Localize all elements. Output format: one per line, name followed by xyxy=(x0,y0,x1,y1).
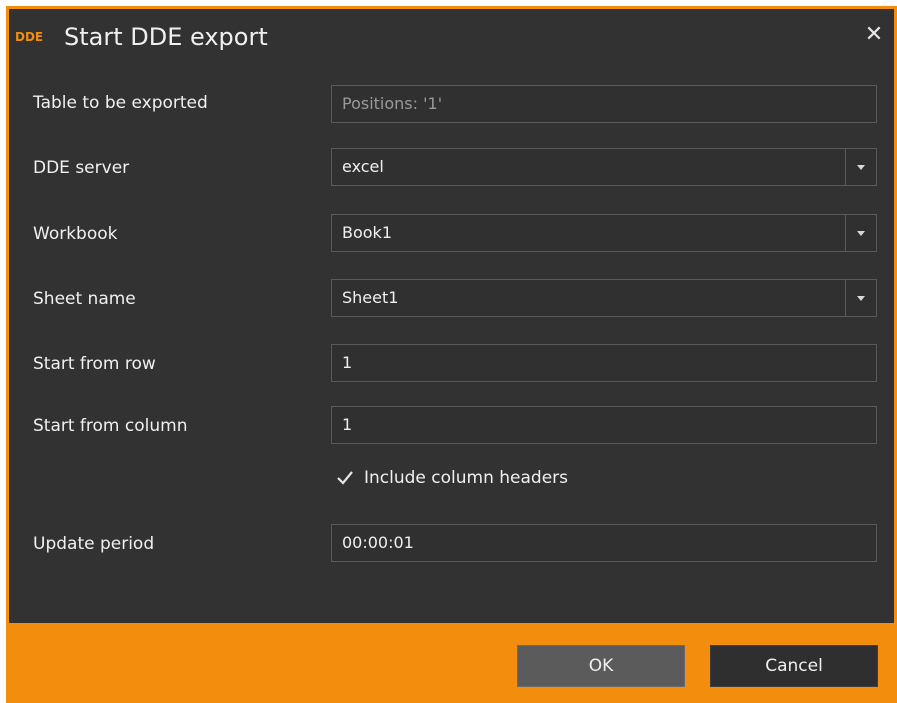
start-row-label: Start from row xyxy=(33,354,156,374)
update-period-input[interactable]: 00:00:01 xyxy=(331,524,877,562)
chevron-down-icon[interactable] xyxy=(846,280,876,316)
cancel-button[interactable]: Cancel xyxy=(710,645,878,687)
include-headers-checkbox[interactable]: Include column headers xyxy=(334,467,568,489)
ok-button[interactable]: OK xyxy=(517,645,685,687)
start-row-input[interactable]: 1 xyxy=(331,344,877,382)
dde-server-select[interactable]: excel xyxy=(331,148,877,186)
update-period-label: Update period xyxy=(33,534,155,554)
sheet-name-select[interactable]: Sheet1 xyxy=(331,279,877,317)
workbook-select[interactable]: Book1 xyxy=(331,214,877,252)
dde-server-label: DDE server xyxy=(33,158,130,178)
start-column-label: Start from column xyxy=(33,416,188,436)
dialog-footer: OK Cancel xyxy=(6,623,897,703)
start-column-input[interactable]: 1 xyxy=(331,406,877,444)
dde-server-value: excel xyxy=(342,157,384,176)
close-icon[interactable]: ✕ xyxy=(862,23,886,47)
table-field: Positions: '1' xyxy=(331,85,877,123)
dde-icon: DDE xyxy=(15,30,44,44)
chevron-down-icon[interactable] xyxy=(846,215,876,251)
title-bar: DDE Start DDE export ✕ xyxy=(9,9,894,67)
workbook-value: Book1 xyxy=(342,223,392,242)
table-label: Table to be exported xyxy=(33,93,208,113)
include-headers-label: Include column headers xyxy=(364,468,569,488)
dialog-title: Start DDE export xyxy=(64,23,268,51)
sheet-name-label: Sheet name xyxy=(33,289,136,309)
check-icon[interactable] xyxy=(334,467,356,489)
workbook-label: Workbook xyxy=(33,224,118,244)
sheet-name-value: Sheet1 xyxy=(342,288,399,307)
dde-export-dialog: DDE Start DDE export ✕ Table to be expor… xyxy=(6,6,897,703)
chevron-down-icon[interactable] xyxy=(846,149,876,185)
